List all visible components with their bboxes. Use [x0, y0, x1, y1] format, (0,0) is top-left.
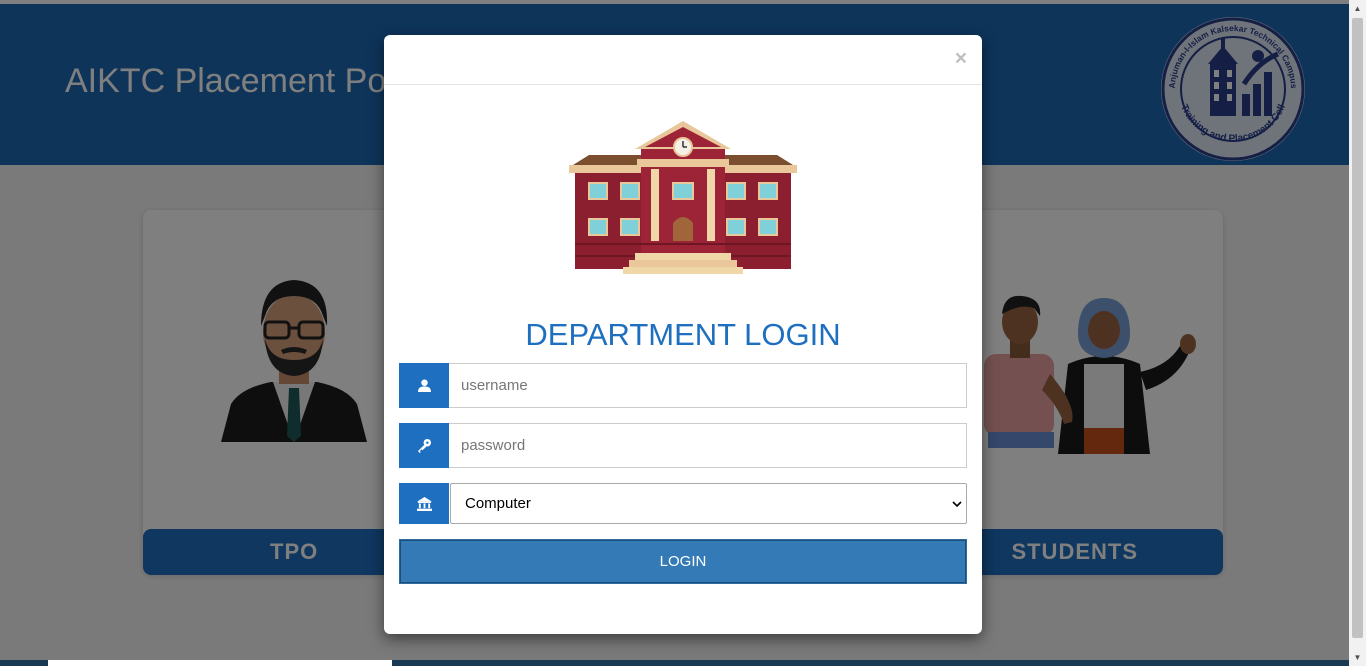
modal-header: ×: [384, 35, 982, 85]
vertical-scrollbar[interactable]: ▲ ▼: [1349, 0, 1366, 666]
password-group: [399, 423, 967, 468]
key-icon: [399, 423, 449, 468]
user-icon: [399, 363, 449, 408]
department-group: Computer: [399, 483, 967, 524]
modal-title: DEPARTMENT LOGIN: [525, 317, 841, 352]
building-illustration: [569, 121, 797, 274]
scroll-down-arrow[interactable]: ▼: [1349, 649, 1366, 666]
close-icon[interactable]: ×: [955, 48, 967, 69]
scroll-thumb[interactable]: [1352, 18, 1363, 638]
password-field[interactable]: [449, 423, 967, 468]
username-input[interactable]: [461, 377, 966, 394]
bank-icon: [399, 483, 449, 524]
chevron-down-icon: [952, 497, 962, 511]
department-select[interactable]: Computer: [450, 483, 967, 524]
scroll-up-arrow[interactable]: ▲: [1349, 0, 1366, 17]
login-button[interactable]: LOGIN: [399, 539, 967, 584]
username-field[interactable]: [449, 363, 967, 408]
department-login-modal: × DEPARTMENT LOGIN username Computer LOG…: [384, 35, 982, 634]
bottom-tab-strip: [48, 660, 392, 666]
username-group: [399, 363, 967, 408]
password-input[interactable]: [461, 437, 966, 454]
department-selected-value: Computer: [465, 495, 531, 512]
